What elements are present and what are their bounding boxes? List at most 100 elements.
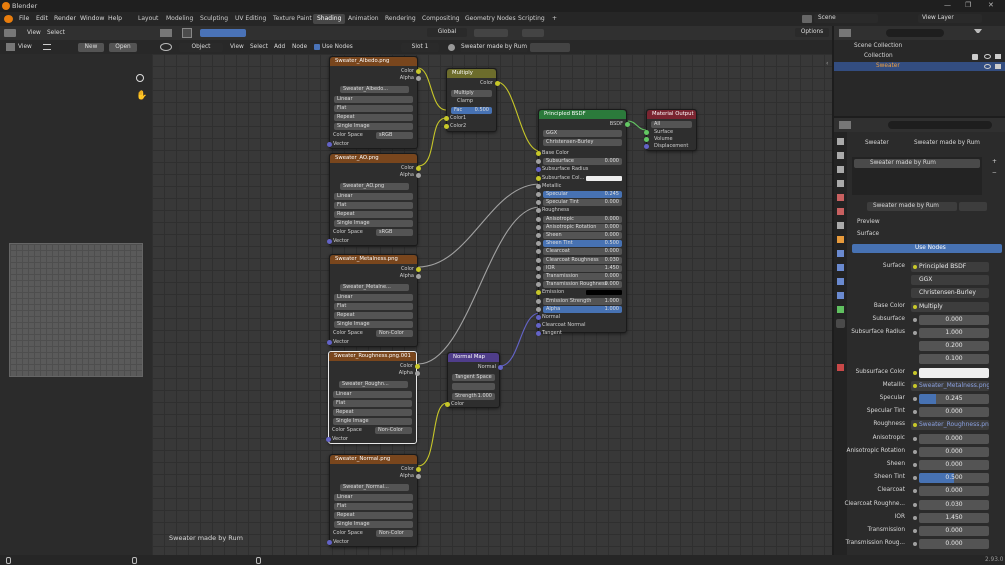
bsdf-input-row[interactable]: Sheen 0.000 — [543, 232, 622, 239]
color-space-dropdown[interactable]: Non-Color — [375, 427, 412, 434]
property-field[interactable]: 1.000 — [919, 328, 989, 338]
input-socket[interactable] — [536, 175, 541, 181]
scene-tab-icon[interactable] — [837, 194, 844, 201]
property-field[interactable]: 0.000 — [919, 314, 989, 325]
extension-dropdown[interactable]: Repeat — [334, 211, 413, 218]
clamp-checkbox[interactable]: Clamp — [450, 98, 493, 105]
input-socket[interactable] — [536, 249, 541, 255]
texture-node-albedo[interactable]: Sweater_Albedo.png Color Alpha Sweater_A… — [327, 56, 421, 149]
bsdf-input-row[interactable]: Transmission Roughness 0.000 — [543, 281, 622, 289]
color-swatch[interactable] — [586, 290, 622, 296]
input-socket[interactable] — [536, 265, 541, 271]
object-tab-icon[interactable] — [837, 236, 844, 243]
property-field[interactable]: 0.100 — [919, 354, 989, 365]
render-tab-icon[interactable] — [837, 152, 844, 159]
input-socket[interactable] — [536, 306, 541, 312]
bsdf-input-row[interactable]: IOR 1.450 — [543, 264, 622, 272]
socket-dot-icon[interactable] — [913, 489, 917, 494]
color-space-dropdown[interactable]: Non-Color — [376, 330, 413, 337]
texture-node-roughness[interactable]: Sweater_Roughness.png.001 Color Alpha Sw… — [326, 351, 420, 444]
extension-dropdown[interactable]: Repeat — [333, 409, 412, 416]
input-socket[interactable] — [536, 282, 541, 288]
space-dropdown[interactable]: Tangent Space — [452, 374, 495, 381]
property-field[interactable]: Principled BSDF — [911, 262, 989, 272]
socket-dot-icon[interactable] — [913, 370, 917, 375]
alpha-socket[interactable] — [416, 173, 421, 178]
socket-dot-icon[interactable] — [913, 397, 917, 401]
interpolation-dropdown[interactable]: Linear — [333, 391, 412, 398]
socket-dot-icon[interactable] — [913, 449, 917, 454]
texture-tab-icon[interactable] — [837, 364, 844, 371]
projection-dropdown[interactable]: Flat — [334, 503, 413, 510]
color-socket[interactable] — [416, 467, 421, 472]
property-field[interactable]: 0.245 — [919, 394, 989, 404]
outliner-selected-row[interactable] — [834, 62, 1005, 71]
fac-slider[interactable]: Fac 0.500 — [451, 107, 492, 114]
image-selector[interactable]: Sweater_AO.png — [340, 183, 409, 190]
tool-tab-icon[interactable] — [837, 138, 844, 145]
properties-icon[interactable] — [839, 121, 851, 129]
input-socket[interactable] — [536, 183, 541, 189]
input-socket[interactable] — [536, 298, 541, 304]
projection-dropdown[interactable]: Flat — [334, 202, 413, 209]
property-field[interactable]: 0.000 — [919, 486, 989, 497]
input-socket[interactable] — [536, 216, 541, 222]
color-socket[interactable] — [416, 166, 421, 171]
collection-item[interactable]: Collection — [864, 53, 893, 59]
property-field[interactable]: 0.200 — [919, 341, 989, 352]
color1-socket[interactable] — [444, 116, 449, 121]
input-socket[interactable] — [536, 151, 541, 156]
property-field[interactable]: Christensen-Burley — [911, 288, 989, 299]
color-output-socket[interactable] — [495, 81, 500, 86]
properties-search-field[interactable] — [888, 121, 992, 129]
material-output-node[interactable]: Material Output All Surface Volume Displ… — [644, 109, 697, 151]
scene-collection-item[interactable]: Scene Collection — [854, 43, 902, 49]
alpha-socket[interactable] — [416, 474, 421, 479]
color-space-dropdown[interactable]: Non-Color — [376, 530, 413, 537]
world-tab-icon[interactable] — [837, 208, 844, 215]
color-swatch[interactable] — [586, 175, 622, 181]
node-header[interactable]: Sweater_Normal.png — [330, 455, 417, 464]
bsdf-input-row[interactable]: Specular Tint 0.000 — [543, 199, 622, 207]
target-dropdown[interactable]: All — [651, 121, 692, 128]
collection-tab-icon[interactable] — [837, 222, 844, 229]
socket-dot-icon[interactable] — [913, 502, 917, 507]
bsdf-input-row[interactable]: Sheen Tint 0.500 — [543, 240, 622, 248]
bsdf-input-row[interactable]: Clearcoat 0.000 — [543, 248, 622, 256]
image-selector[interactable]: Sweater_Metalne... — [340, 284, 409, 291]
input-socket[interactable] — [536, 167, 541, 173]
node-header[interactable]: Sweater_Roughness.png.001 — [329, 352, 416, 361]
vector-socket[interactable] — [326, 437, 331, 442]
physics-tab-icon[interactable] — [837, 278, 844, 285]
sweater-object-item[interactable]: Sweater — [876, 63, 900, 69]
source-dropdown[interactable]: Single Image — [333, 418, 412, 425]
image-selector[interactable]: Sweater_Normal... — [340, 484, 409, 491]
outliner-search-field[interactable] — [886, 29, 944, 37]
bsdf-input-row[interactable]: Anisotropic 0.000 — [543, 215, 622, 223]
normal-map-node[interactable]: Normal Map Normal Tangent Space Strength… — [445, 352, 503, 408]
property-field[interactable]: Sweater_Metalness.png — [911, 380, 989, 391]
projection-dropdown[interactable]: Flat — [334, 303, 413, 310]
color-socket[interactable] — [415, 364, 420, 369]
input-socket[interactable] — [536, 192, 541, 197]
alpha-socket[interactable] — [416, 274, 421, 279]
property-field[interactable]: Sweater_Roughness.png... — [911, 420, 989, 431]
alpha-socket[interactable] — [416, 76, 421, 81]
property-field[interactable]: 0.000 — [919, 526, 989, 536]
node-header[interactable]: Normal Map — [448, 353, 499, 362]
preview-panel-header[interactable]: Preview — [857, 219, 880, 225]
constraints-tab-icon[interactable] — [837, 292, 844, 299]
eye-icon[interactable] — [984, 64, 991, 69]
remove-slot-button[interactable]: − — [992, 170, 997, 176]
socket-dot-icon[interactable] — [913, 542, 917, 547]
vector-socket[interactable] — [327, 239, 332, 244]
texture-node-metalness[interactable]: Sweater_Metalness.png Color Alpha Sweate… — [327, 254, 421, 347]
material-tab-icon[interactable] — [836, 319, 845, 328]
bsdf-input-row[interactable]: Transmission 0.000 — [543, 273, 622, 280]
color-socket[interactable] — [416, 69, 421, 74]
property-field[interactable]: GGX — [911, 275, 989, 286]
input-socket[interactable] — [536, 233, 541, 238]
input-socket[interactable] — [536, 159, 541, 165]
socket-dot-icon[interactable] — [913, 265, 917, 269]
node-header[interactable]: Multiply — [447, 69, 496, 78]
